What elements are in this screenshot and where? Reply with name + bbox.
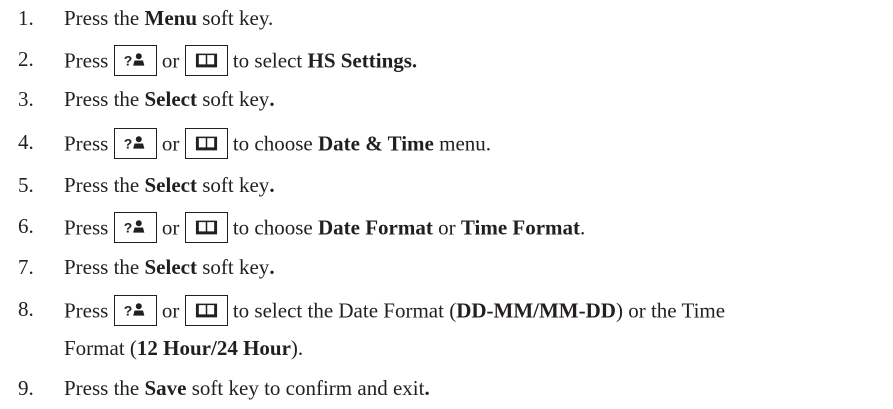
text: soft key [196, 255, 270, 279]
bold-text: . [269, 173, 275, 197]
bold-text: . [424, 376, 430, 400]
svg-text:?: ? [123, 220, 132, 236]
svg-text:?: ? [123, 303, 132, 319]
step-number: 6. [18, 214, 34, 238]
step-text: Press ? or to select the Date Format (DD… [64, 295, 726, 328]
bold-text: Save [144, 376, 187, 400]
step-number: 4. [18, 130, 34, 154]
step-number: 7. [18, 255, 34, 279]
text: Press [64, 48, 114, 73]
step-text: Press the Select soft key. [64, 173, 275, 198]
text: soft key [196, 173, 270, 197]
bold-text: 12 Hour/24 Hour [136, 336, 291, 360]
text: Press the [64, 87, 145, 111]
book-key-icon [184, 295, 228, 326]
step-text: Press the Select soft key. [64, 87, 275, 112]
step-text: Press ? or to choose Date & Time menu. [64, 128, 492, 161]
text: Press [64, 298, 114, 323]
bold-text: Select [144, 173, 197, 197]
step-text: Format (12 Hour/24 Hour). [64, 336, 303, 361]
book-key-icon [184, 128, 228, 159]
text: or [156, 48, 185, 73]
step-text: Press ? or to select HS Settings. [64, 45, 418, 78]
bold-text: Menu [144, 6, 198, 30]
text: Press [64, 215, 114, 240]
text: Press the [64, 376, 145, 400]
step-number: 3. [18, 87, 34, 111]
step-text: Press the Save soft key to confirm and e… [64, 376, 430, 401]
bold-text: . [269, 255, 275, 279]
text: soft key [196, 87, 270, 111]
person-key-icon: ? [113, 212, 157, 243]
person-key-icon: ? [113, 295, 157, 326]
svg-text:?: ? [123, 53, 132, 69]
bold-text: . [269, 87, 275, 111]
step-number: 5. [18, 173, 34, 197]
step-text: Press the Menu soft key. [64, 6, 273, 31]
person-key-icon: ? [113, 45, 157, 76]
text: Press the [64, 6, 145, 30]
step-number: 8. [18, 297, 34, 321]
text: Format ( [64, 336, 137, 360]
text: . [580, 215, 586, 240]
book-key-icon [184, 45, 228, 76]
text: Press [64, 131, 114, 156]
step-number: 9. [18, 376, 34, 400]
text: to select the Date Format ( [227, 298, 457, 323]
text: to choose [227, 131, 318, 156]
text: to select [227, 48, 308, 73]
bold-text: Time Format [460, 215, 581, 240]
book-key-icon [184, 212, 228, 243]
text: or [156, 298, 185, 323]
step-number: 1. [18, 6, 34, 30]
text: or [432, 215, 461, 240]
person-key-icon: ? [113, 128, 157, 159]
step-text: Press the Select soft key. [64, 255, 275, 280]
bold-text: Select [144, 87, 197, 111]
step-text: Press ? or to choose Date Format or Time… [64, 212, 586, 245]
bold-text: Date Format [318, 215, 433, 240]
bold-text: DD-MM/MM-DD [456, 298, 616, 323]
text: ). [290, 336, 304, 360]
bold-text: Date & Time [318, 131, 434, 156]
text: Press the [64, 255, 145, 279]
bold-text: Select [144, 255, 197, 279]
text: menu. [433, 131, 492, 156]
step-number: 2. [18, 47, 34, 71]
text: Press the [64, 173, 145, 197]
text: ) or the Time [615, 298, 726, 323]
text: soft key. [197, 6, 274, 30]
svg-text:?: ? [123, 136, 132, 152]
text: soft key to confirm and exit [186, 376, 425, 400]
text: to choose [227, 215, 318, 240]
text: or [156, 131, 185, 156]
bold-text: HS Settings. [307, 48, 418, 73]
text: or [156, 215, 185, 240]
